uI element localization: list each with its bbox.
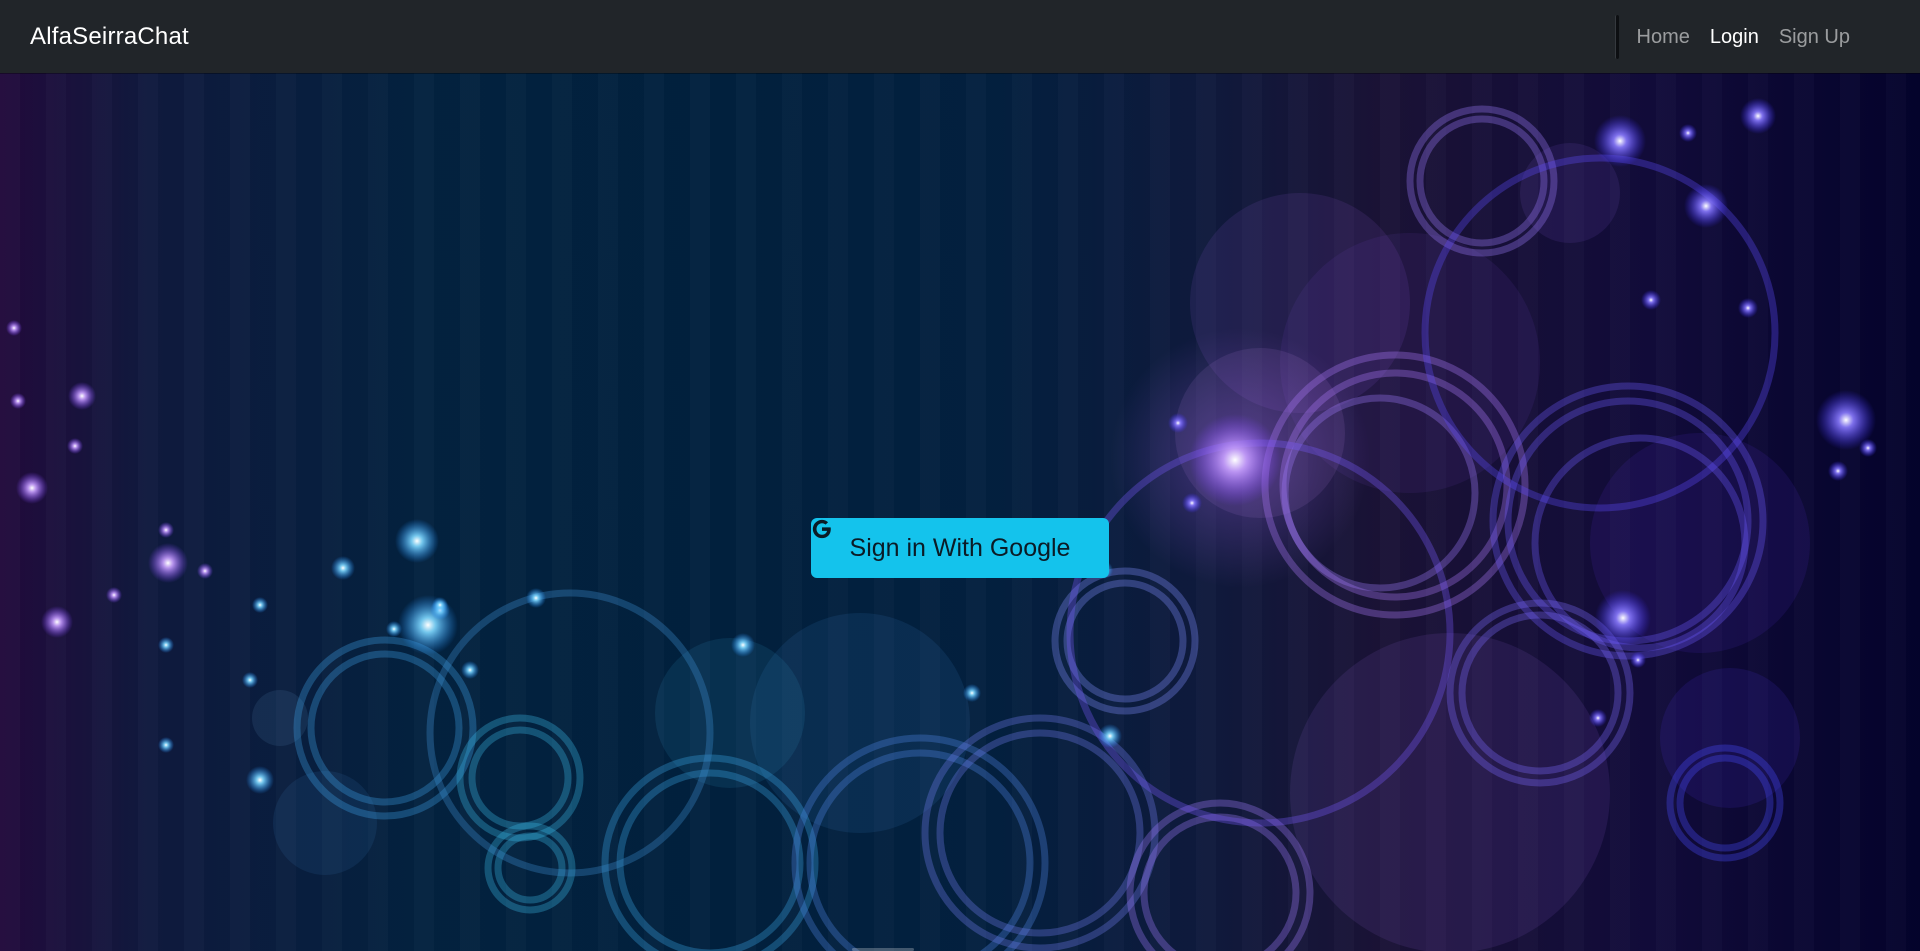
nav-home-link[interactable]: Home [1637, 26, 1690, 49]
brand-logo[interactable]: AlfaSeirraChat [30, 23, 189, 51]
nav-login-link[interactable]: Login [1710, 26, 1759, 49]
navbar-toggler-divider [1614, 15, 1619, 59]
bokeh-decoration [6, 98, 1877, 951]
google-signin-label: Sign in With Google [849, 533, 1071, 562]
nav-links: Home Login Sign Up [1614, 15, 1850, 59]
navbar: AlfaSeirraChat Home Login Sign Up [0, 0, 1920, 73]
nav-signup-link[interactable]: Sign Up [1779, 26, 1850, 49]
hero-background: Sign in With Google [0, 73, 1920, 951]
google-signin-button[interactable]: Sign in With Google [811, 518, 1109, 578]
google-g-icon [812, 519, 831, 539]
